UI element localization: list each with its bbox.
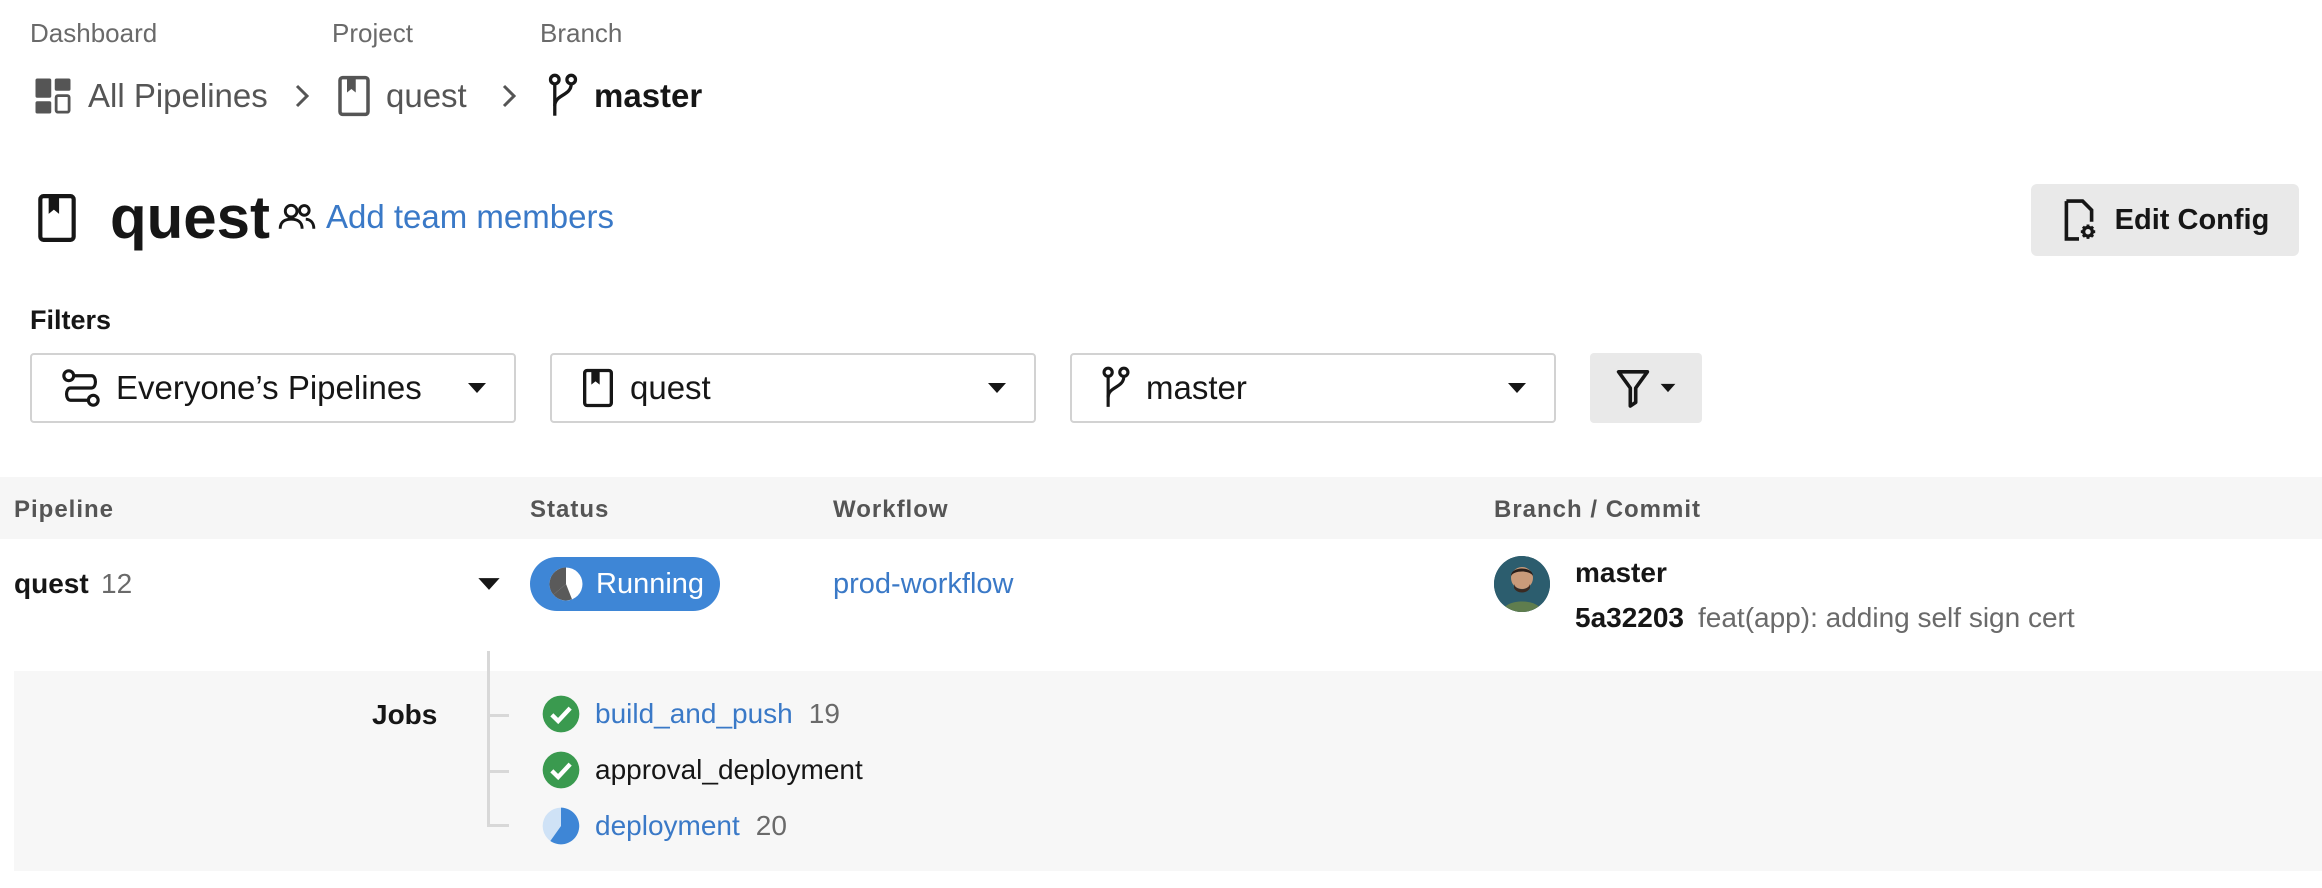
pipelines-filter-select[interactable]: Everyone’s Pipelines: [30, 353, 516, 423]
edit-config-button[interactable]: Edit Config: [2031, 184, 2299, 256]
commit-message: feat(app): adding self sign cert: [1698, 602, 2075, 633]
breadcrumb-all-pipelines-label: All Pipelines: [88, 77, 268, 114]
job-number: 19: [808, 698, 840, 729]
workflow-link[interactable]: prod-workflow: [833, 568, 1014, 601]
project-filter-select[interactable]: quest: [550, 353, 1036, 423]
running-icon: [549, 567, 583, 601]
config-file-icon: [2064, 199, 2095, 241]
column-workflow: Workflow: [833, 496, 949, 523]
jobs-tree-line: [487, 651, 490, 824]
branch-filter-select[interactable]: master: [1070, 353, 1556, 423]
caret-down-icon: [988, 383, 1006, 393]
dashboard-icon: [35, 78, 71, 114]
job-row: approval_deployment: [541, 748, 863, 792]
caret-down-icon: [1508, 383, 1526, 393]
team-icon: [278, 203, 316, 229]
add-team-members-link[interactable]: Add team members: [278, 198, 614, 236]
project-icon: [338, 75, 370, 117]
column-pipeline: Pipeline: [14, 496, 115, 523]
status-badge[interactable]: Running: [530, 557, 720, 611]
job-name: approval_deployment: [595, 754, 863, 785]
chevron-right-icon: [502, 84, 517, 108]
caret-down-icon: [468, 383, 486, 393]
project-filter-value: quest: [630, 369, 711, 406]
branch-icon: [548, 73, 578, 116]
add-team-members-label: Add team members: [326, 198, 614, 235]
breadcrumb-dashboard-heading: Dashboard: [30, 18, 158, 48]
caret-down-icon: [1660, 383, 1676, 393]
branch-icon: [1102, 366, 1130, 407]
jobs-panel: [14, 671, 2322, 871]
running-icon: [542, 807, 580, 845]
job-name-link[interactable]: build_and_push: [595, 698, 793, 730]
breadcrumb-branch-label: master: [594, 77, 703, 114]
avatar: [1494, 556, 1550, 612]
chevron-right-icon: [295, 84, 310, 108]
page-title: quest: [110, 184, 271, 251]
breadcrumb-all-pipelines[interactable]: All Pipelines: [32, 68, 268, 124]
project-icon: [38, 194, 76, 242]
breadcrumb-project-heading: Project: [332, 18, 413, 48]
breadcrumb-project-label: quest: [386, 77, 467, 114]
status-label: Running: [596, 567, 705, 600]
filters-heading: Filters: [30, 305, 112, 335]
pipelines-filter-value: Everyone’s Pipelines: [116, 369, 422, 406]
column-branch-commit: Branch / Commit: [1494, 496, 1702, 523]
check-circle-icon: [542, 695, 580, 733]
job-row: deployment 20: [541, 804, 787, 848]
jobs-tree-branch: [487, 770, 509, 773]
pipelines-filter-icon: [62, 369, 100, 407]
breadcrumb-branch[interactable]: master: [546, 68, 702, 124]
job-number: 20: [755, 810, 787, 841]
filter-funnel-icon: [1616, 369, 1650, 408]
job-name-link[interactable]: deployment: [595, 810, 740, 842]
column-status: Status: [530, 496, 610, 523]
branch-filter-value: master: [1146, 369, 1247, 406]
advanced-filter-button[interactable]: [1590, 353, 1702, 423]
commit-branch: master: [1575, 557, 1667, 588]
job-row: build_and_push 19: [541, 692, 840, 736]
pipeline-name: quest: [14, 568, 89, 599]
jobs-tree-branch: [487, 824, 509, 827]
project-icon: [583, 368, 613, 408]
avatar-image: [1494, 556, 1550, 612]
commit-hash[interactable]: 5a32203: [1575, 602, 1684, 634]
breadcrumb-project[interactable]: quest: [336, 68, 467, 124]
table-header: [0, 477, 2322, 539]
jobs-tree-branch: [487, 714, 509, 717]
jobs-heading: Jobs: [372, 699, 438, 730]
pipeline-number: 12: [101, 568, 133, 599]
edit-config-label: Edit Config: [2114, 203, 2270, 236]
check-circle-icon: [542, 751, 580, 789]
breadcrumb-branch-heading: Branch: [540, 18, 623, 48]
caret-down-icon[interactable]: [476, 574, 502, 594]
